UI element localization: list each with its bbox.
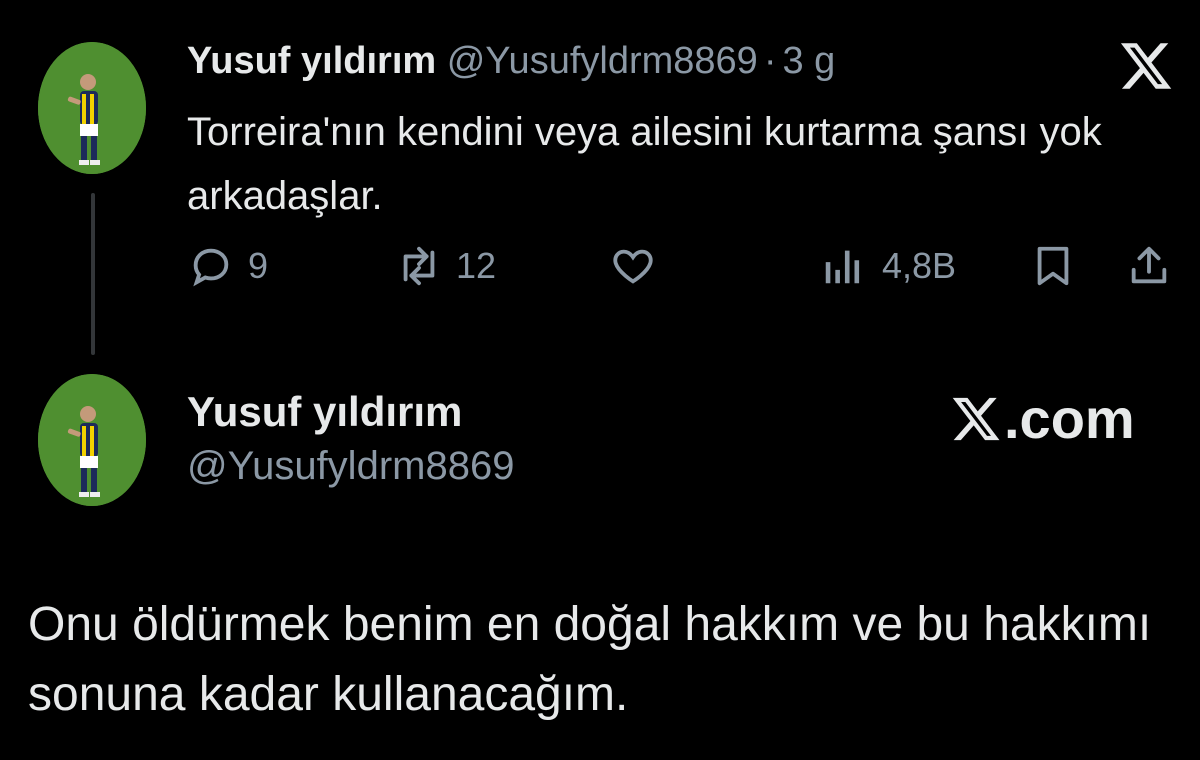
avatar[interactable] [38,42,146,174]
x-com-brand: .com [950,386,1135,451]
heart-icon [613,249,653,284]
views-icon [825,250,860,284]
handle[interactable]: @Yusufyldrm8869 [187,444,514,489]
bookmark-icon [1037,246,1069,286]
separator-dot: · [763,40,777,82]
views-button[interactable]: 4,8B [820,238,956,294]
repost-button[interactable]: 12 [396,238,496,294]
reply-button[interactable]: 9 [188,238,268,294]
tweet-actions-bar: 9 12 4,8B [0,238,1200,294]
share-icon [1131,246,1167,284]
display-name[interactable]: Yusuf yıldırım [187,388,462,436]
bookmark-button[interactable] [1030,238,1076,294]
share-button[interactable] [1126,238,1172,294]
display-name[interactable]: Yusuf yıldırım [187,40,436,82]
reply-count: 9 [248,245,269,286]
repost-icon [403,246,435,286]
avatar-player-image [38,42,146,174]
tweet-text: Torreira'nın kendini veya ailesini kurta… [187,110,1102,218]
like-button[interactable] [610,238,670,294]
views-count: 4,8B [882,245,957,286]
avatar[interactable] [38,374,146,506]
tweet-header: Yusuf yıldırım @Yusufyldrm8869 · 3 g [187,40,835,83]
tweet-text: Onu öldürmek benim en doğal hakkım ve bu… [28,598,1152,721]
handle[interactable]: @Yusufyldrm8869 [447,40,758,82]
brand-domain-text: .com [1004,387,1135,450]
repost-count: 12 [456,245,497,286]
x-logo-icon [1120,43,1172,89]
timestamp[interactable]: 3 g [782,40,835,82]
reply-icon [193,248,229,287]
avatar-player-image [38,374,146,506]
x-logo-icon [952,397,1000,440]
